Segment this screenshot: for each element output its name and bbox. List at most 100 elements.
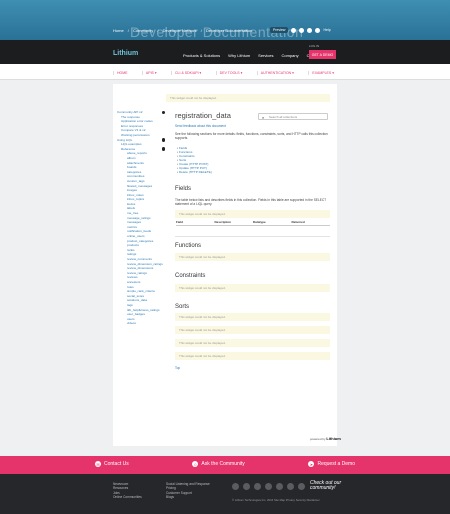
sidebar-item-label: Working permissions [121,132,150,137]
pinterest-icon[interactable] [287,483,294,490]
sidebar-item-label: review_dimension_ratings [127,261,163,266]
nav-company[interactable]: Company [282,53,299,58]
breadcrumb-developer-network[interactable]: Developer Network [163,28,197,33]
request-demo-label: Request a Demo [317,461,355,467]
widget-warning: This widget could not be displayed. [175,253,330,261]
constraints-heading: Constraints [175,273,206,279]
sidebar-item-label: Compare V1 & v2 [121,128,146,133]
breadcrumb: Home / Community / Developer Network / D… [113,28,255,33]
request-demo-button[interactable]: ➤ Request a Demo [308,461,355,467]
back-to-top-link[interactable]: Top [175,366,180,370]
col-field: Field [176,220,184,224]
subnav-examples[interactable]: EXAMPLES ▾ [308,71,337,75]
breadcrumb-developer-docs[interactable]: Developer Documentation [206,28,252,33]
get-demo-button[interactable]: GET A DEMO [309,50,336,59]
sidebar-item[interactable]: videos [117,321,167,326]
login-link[interactable]: LOG IN [309,44,319,48]
twitter-icon[interactable] [243,483,250,490]
nav-why-lithium[interactable]: Why Lithium [228,53,250,58]
message-icon[interactable] [307,27,313,33]
footer-col-2: Social Listening and Response Pricing Cu… [166,482,210,500]
subnav-cli-sdk[interactable]: CLI & SDK/API ▾ [171,71,204,75]
subnav-dev-tools[interactable]: DEV TOOLS ▾ [215,71,246,75]
search-input[interactable]: ⌕ Search all collections [258,113,328,120]
widget-warning: This widget could not be displayed. [175,339,330,347]
community-promo[interactable]: Check out our community! [310,481,344,491]
sidebar-item-label: user_badges [127,312,145,317]
sidebar-item-label: users [127,316,135,321]
footer [0,474,450,514]
sidebar-item-label: communities [127,174,145,179]
toc-delete[interactable]: Delete (HTTP DELETE) [177,170,212,174]
col-description: Description [214,220,232,224]
widget-warning: This widget could not be displayed. [175,284,330,292]
demo-icon: ➤ [308,461,315,467]
divider [175,236,330,237]
widget-warning: This widget could not be displayed. [175,352,330,360]
intro-text: See the following sections for more deta… [175,132,328,140]
expand-toggle-icon[interactable] [161,138,165,142]
sidebar-item-label: products [127,243,139,248]
ask-community-label: Ask the Community [201,461,245,467]
expand-toggle-icon[interactable] [161,110,165,115]
col-datatype: Datatype [253,220,266,224]
sidebar-item-label: attachments [127,160,144,165]
sidebar-item-label: Community API v2 [117,110,143,114]
breadcrumb-community[interactable]: Community [133,28,153,33]
sidebar-item-label: notification_feeds [127,229,152,234]
lithium-logo[interactable]: Lithium [113,50,138,57]
breadcrumb-sep: / [127,28,129,33]
feedback-link[interactable]: Send feedback about this document [175,124,226,128]
toc-list: Fields Functions Constraints Sorts Creat… [177,146,212,174]
mail-icon: ✉ [95,461,101,467]
slideshare-icon[interactable] [276,483,283,490]
subnav-apis[interactable]: APIS ▾ [141,71,160,75]
search-icon[interactable] [315,27,321,33]
footer-link-blogs[interactable]: Blogs [166,495,210,499]
breadcrumb-sep: / [200,28,202,33]
contact-us-button[interactable]: ✉ Contact Us [95,461,129,467]
powered-by: powered by Lithium [310,436,341,441]
avatar[interactable] [291,27,297,33]
sub-nav-items: HOME APIS ▾ CLI & SDK/API ▾ DEV TOOLS ▾ … [113,71,337,75]
fields-heading: Fields [175,186,192,192]
widget-warning: This widget could not be displayed. [166,94,330,102]
main-nav [0,40,450,64]
sidebar-item-label: Error responses [121,123,144,128]
sidebar-item-label: ranks [127,247,135,252]
sidebar-item-label: videos [127,321,136,326]
sidebar-item-label: labels [127,206,136,211]
sidebar-item-label: Reference [121,146,136,151]
subnav-authentication[interactable]: AUTHENTICATION ▾ [256,71,297,75]
notification-icon[interactable] [299,27,305,33]
nav-services[interactable]: Services [258,53,273,58]
subnav-home[interactable]: HOME [113,71,131,75]
sidebar-item-label: inbox_notes [127,192,144,197]
facebook-icon[interactable] [232,483,239,490]
linkedin-icon[interactable] [254,483,261,490]
nav-products[interactable]: Products & Solutions [183,53,220,58]
widget-warning: This widget could not be displayed. [175,326,330,334]
fields-table-header: Field Description Datatype Returned [176,220,330,226]
sidebar-item-label: categories [127,169,142,174]
sidebar-item-label: LiQL examples [121,142,142,147]
powered-by-brand: Lithium [326,436,341,441]
breadcrumb-sep: / [157,28,159,33]
account-menu[interactable]: Preview [270,27,289,33]
sidebar-item-label: simple_rank_criteria [127,289,155,294]
search-icon: ⌕ [262,115,265,120]
expand-toggle-icon[interactable] [161,147,165,151]
ask-community-button[interactable]: ☺ Ask the Community [192,461,245,467]
sidebar-item-label: ratings [127,252,137,257]
sidebar-item-label: boards [127,165,137,170]
search-placeholder: Search all collections [269,115,298,120]
googleplus-icon[interactable] [298,483,305,490]
sidebar-item-label: ancestors [127,279,141,284]
sidebar-item-label: product_categories [127,238,154,243]
footer-link-online-communities[interactable]: Online Communities [113,495,142,499]
sidebar-item-label: tags [127,302,133,307]
youtube-icon[interactable] [265,483,272,490]
breadcrumb-home[interactable]: Home [113,28,124,33]
sidebar-item-label: custom_tags [127,178,145,183]
help-link[interactable]: Help [323,28,330,32]
